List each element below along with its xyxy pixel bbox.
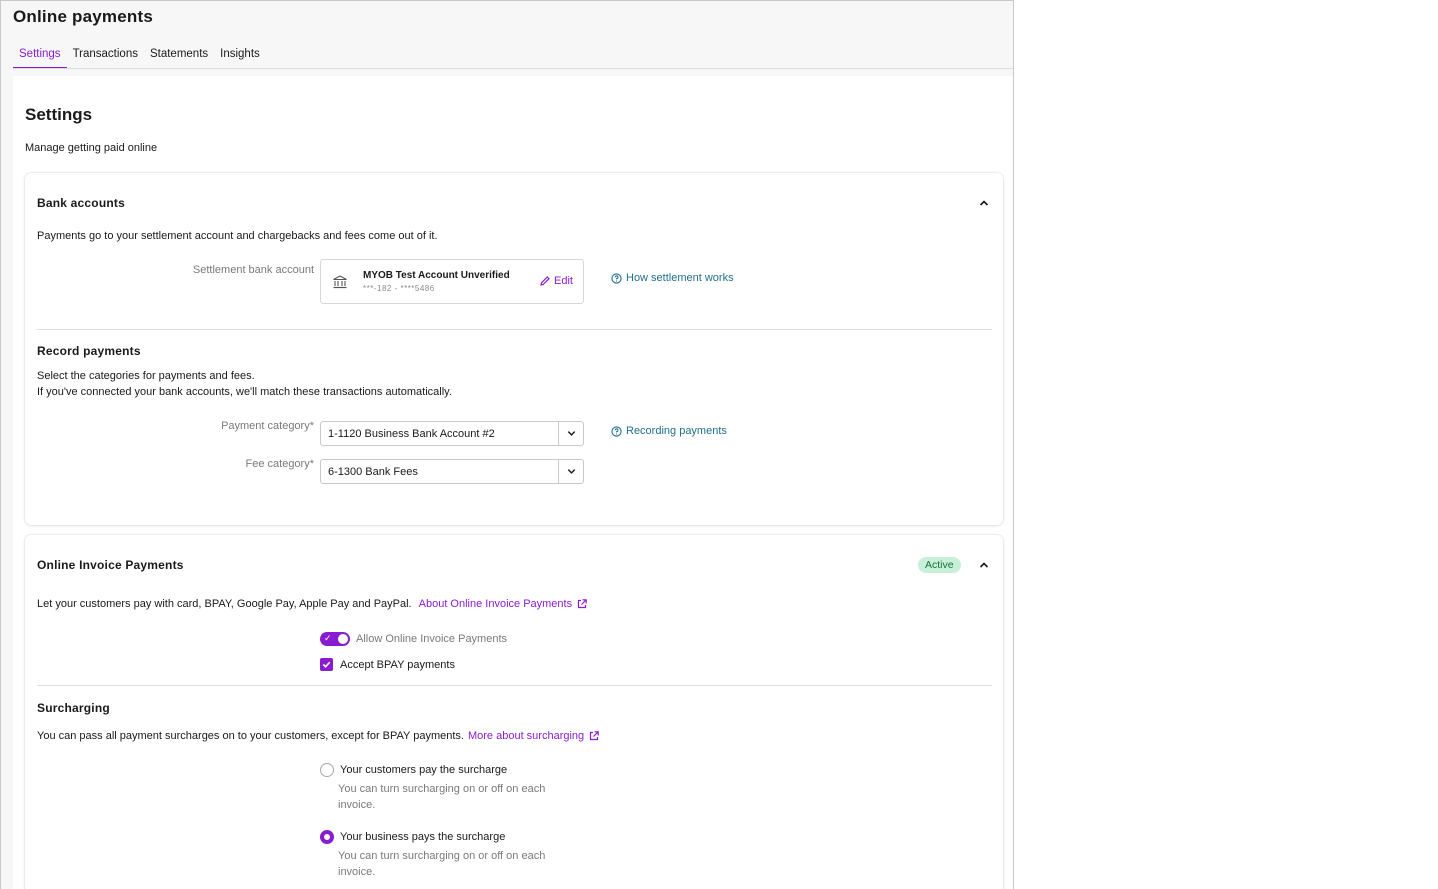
bank-accounts-description: Payments go to your settlement account a… — [37, 230, 438, 242]
business-pays-help-line1: You can turn surcharging on or off on ea… — [338, 850, 546, 862]
customer-pays-radio[interactable] — [320, 763, 334, 777]
app-frame: Online payments Settings Transactions St… — [0, 0, 1014, 889]
help-circle-icon — [611, 272, 622, 284]
external-link-icon — [578, 599, 587, 609]
customer-pays-help-line2: invoice. — [338, 799, 376, 811]
collapse-online-invoice-button[interactable] — [976, 557, 992, 573]
online-invoice-title: Online Invoice Payments — [37, 558, 184, 572]
recording-payments-link[interactable]: Recording payments — [611, 425, 727, 437]
chevron-down-icon — [567, 469, 575, 474]
tab-bar: Settings Transactions Statements Insight… — [13, 45, 266, 69]
settings-subtitle: Manage getting paid online — [25, 142, 158, 154]
bank-accounts-title: Bank accounts — [37, 196, 125, 210]
tab-statements[interactable]: Statements — [144, 45, 214, 69]
check-icon — [322, 661, 331, 668]
business-pays-label: Your business pays the surcharge — [340, 831, 506, 843]
more-about-surcharging-link[interactable]: More about surcharging — [468, 730, 600, 742]
record-payments-title: Record payments — [37, 344, 141, 358]
tab-insights[interactable]: Insights — [214, 45, 266, 69]
fee-category-select[interactable]: 6-1300 Bank Fees — [320, 459, 584, 484]
status-badge: Active — [918, 557, 961, 573]
bank-icon — [333, 275, 347, 289]
account-name: MYOB Test Account Unverified — [363, 270, 510, 281]
accept-bpay-label: Accept BPAY payments — [340, 659, 455, 671]
tab-transactions[interactable]: Transactions — [67, 45, 144, 69]
chevron-up-icon — [979, 200, 989, 206]
record-payments-line2: If you've connected your bank accounts, … — [37, 386, 452, 398]
surcharging-title: Surcharging — [37, 701, 110, 715]
section-divider — [37, 685, 992, 686]
settings-panel: Settings Manage getting paid online Bank… — [13, 76, 1013, 889]
allow-online-invoice-toggle[interactable]: ✓ — [320, 632, 350, 646]
check-icon: ✓ — [324, 633, 332, 643]
collapse-bank-accounts-button[interactable] — [976, 195, 992, 211]
fee-category-dropdown-button[interactable] — [558, 460, 583, 483]
about-online-invoice-label: About Online Invoice Payments — [418, 598, 573, 610]
accept-bpay-checkbox[interactable] — [320, 658, 333, 671]
payment-category-dropdown-button[interactable] — [558, 422, 583, 445]
record-payments-line1: Select the categories for payments and f… — [37, 370, 255, 382]
page-title: Online payments — [13, 7, 153, 26]
external-link-icon — [590, 731, 599, 741]
payment-category-label: Payment category* — [221, 420, 314, 432]
fee-category-value: 6-1300 Bank Fees — [328, 465, 418, 478]
online-invoice-description: Let your customers pay with card, BPAY, … — [37, 598, 412, 610]
surcharging-description: You can pass all payment surcharges on t… — [37, 730, 464, 742]
online-invoice-description-row: Let your customers pay with card, BPAY, … — [37, 596, 588, 612]
fee-category-label: Fee category* — [245, 458, 314, 470]
allow-online-invoice-label: Allow Online Invoice Payments — [356, 633, 508, 645]
settings-heading: Settings — [25, 105, 93, 124]
how-settlement-works-link[interactable]: How settlement works — [611, 272, 734, 284]
more-about-surcharging-label: More about surcharging — [467, 730, 585, 742]
chevron-up-icon — [979, 562, 989, 568]
surcharging-description-row: You can pass all payment surcharges on t… — [37, 728, 600, 744]
business-pays-radio[interactable] — [320, 830, 334, 844]
tabs-divider — [13, 68, 1013, 69]
tab-settings[interactable]: Settings — [13, 45, 67, 69]
about-online-invoice-link[interactable]: About Online Invoice Payments — [419, 598, 588, 610]
settlement-account-label: Settlement bank account — [192, 264, 314, 276]
customer-pays-help-line1: You can turn surcharging on or off on ea… — [338, 783, 546, 795]
pencil-icon — [540, 276, 550, 286]
toggle-knob — [338, 634, 348, 644]
business-pays-help-line2: invoice. — [338, 866, 376, 878]
settlement-account-box: MYOB Test Account Unverified ***-182 - *… — [320, 259, 584, 304]
edit-label: Edit — [554, 275, 573, 287]
how-settlement-works-label: How settlement works — [626, 272, 734, 284]
section-divider — [37, 329, 992, 330]
edit-account-button[interactable]: Edit — [539, 275, 573, 287]
bank-accounts-card: Bank accounts Payments go to your settle… — [25, 173, 1003, 525]
help-circle-icon — [611, 425, 622, 437]
online-invoice-card: Online Invoice Payments Active Let your … — [25, 535, 1003, 889]
customer-pays-label: Your customers pay the surcharge — [340, 764, 508, 776]
payment-category-select[interactable]: 1-1120 Business Bank Account #2 — [320, 421, 584, 446]
chevron-down-icon — [567, 431, 575, 436]
recording-payments-label: Recording payments — [626, 425, 727, 437]
account-number: ***-182 - ****5486 — [363, 284, 435, 293]
payment-category-value: 1-1120 Business Bank Account #2 — [328, 427, 495, 440]
